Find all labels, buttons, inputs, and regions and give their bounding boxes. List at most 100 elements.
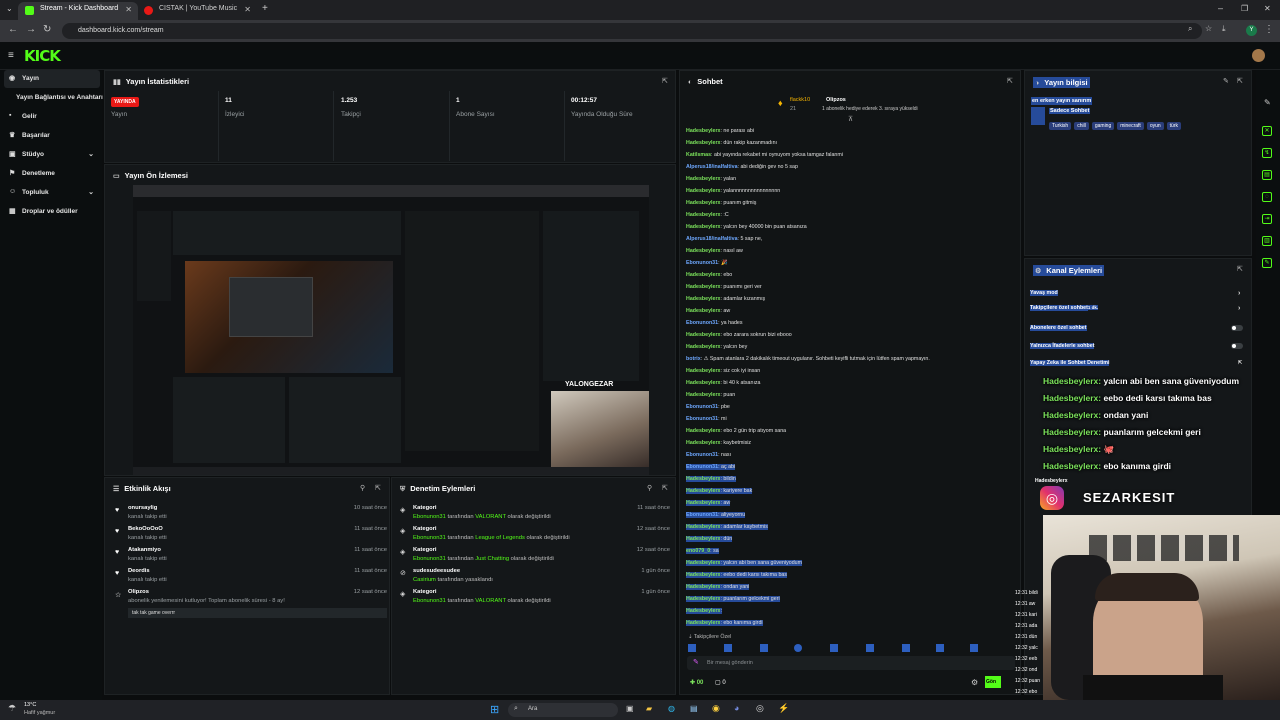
- kick-logo[interactable]: KICK: [24, 47, 61, 65]
- subscribers-only-action[interactable]: Abonelere özel sohbet: [1030, 325, 1244, 331]
- pinned-user-1[interactable]: flackk10: [790, 97, 810, 103]
- category-name[interactable]: Sadece Sohbet: [1049, 108, 1091, 114]
- activity-user[interactable]: Olipzos: [128, 589, 149, 595]
- chat-username[interactable]: Katilsmas: [686, 152, 711, 158]
- chat-username[interactable]: Hadesbeylerx: [686, 560, 721, 566]
- sidebar-item-revenue[interactable]: ▪ Gelir: [4, 108, 100, 126]
- chat-username[interactable]: Hadesbeylerx: [686, 536, 721, 542]
- chat-username[interactable]: Hadesbeylerx: [686, 128, 720, 134]
- chat-username[interactable]: Hadesbeylerx: [686, 500, 721, 506]
- app-icon[interactable]: ⚡: [778, 703, 789, 714]
- chrome-icon[interactable]: ◉: [712, 703, 720, 714]
- emote-icon[interactable]: [830, 644, 838, 652]
- edit-layout-icon[interactable]: ✎: [1264, 98, 1271, 107]
- chat-username[interactable]: Ebonunon31: [686, 320, 718, 326]
- tab-menu-icon[interactable]: ⌄: [6, 4, 13, 13]
- edge-icon[interactable]: ◍: [668, 704, 675, 713]
- obs-icon[interactable]: ◎: [756, 703, 764, 714]
- tool-shortcut-3-icon[interactable]: ▤: [1262, 170, 1272, 180]
- followers-only-action[interactable]: Takipçilere özel sohbet1 dk. ›: [1030, 305, 1244, 312]
- chat-username[interactable]: Ebonunon31: [686, 416, 718, 422]
- user-avatar[interactable]: [1252, 49, 1265, 62]
- chat-username[interactable]: Hadesbeylerx: [686, 200, 720, 206]
- tag[interactable]: türk: [1166, 122, 1181, 130]
- emotes-only-toggle[interactable]: [1231, 343, 1243, 349]
- sidebar-item-drops[interactable]: ▦ Droplar ve ödüller: [4, 203, 100, 221]
- emotes-only-action[interactable]: Yalnızca İfadelerle sohbet: [1030, 343, 1244, 349]
- slow-mode-action[interactable]: Yavaş mod ›: [1030, 290, 1244, 297]
- chat-username[interactable]: Hadesbeylerx: [686, 596, 721, 602]
- edit-icon[interactable]: ✎: [1223, 77, 1229, 85]
- chat-username[interactable]: Hadesbeylerx: [686, 476, 721, 482]
- chat-username[interactable]: botrix: [686, 356, 701, 362]
- pin-icon[interactable]: ⊼: [848, 115, 853, 123]
- activity-user[interactable]: Deordis: [128, 568, 150, 574]
- task-view-icon[interactable]: ▣: [626, 704, 634, 713]
- chat-username[interactable]: Hadesbeylerx: [686, 248, 720, 254]
- forward-icon[interactable]: →: [26, 24, 36, 35]
- browser-menu-icon[interactable]: ⋮: [1264, 24, 1274, 35]
- emote-icon[interactable]: [760, 644, 768, 652]
- activity-user[interactable]: BekoOoOoO: [128, 526, 163, 532]
- sidebar-item-studio[interactable]: ▣ Stüdyo ⌄: [4, 146, 100, 164]
- windows-start-icon[interactable]: ⊞: [490, 703, 499, 716]
- reload-icon[interactable]: ↻: [43, 24, 51, 35]
- chat-username[interactable]: Hadesbeylerx: [686, 332, 720, 338]
- bookmark-star-icon[interactable]: ☆: [1205, 24, 1212, 33]
- chat-username[interactable]: Hadesbeylerx: [686, 308, 720, 314]
- chat-username[interactable]: Hadesbeylerx: [686, 488, 721, 494]
- emote-icon[interactable]: [970, 644, 978, 652]
- minimize-icon[interactable]: –: [1218, 3, 1223, 13]
- sidebar-item-achievements[interactable]: ♛ Başarılar: [4, 127, 100, 145]
- url-input[interactable]: dashboard.kick.com/stream: [62, 23, 1202, 39]
- store-icon[interactable]: ▤: [690, 704, 698, 713]
- sidebar-item-community[interactable]: ☺ Topluluk ⌄: [4, 184, 100, 202]
- tag[interactable]: chill: [1074, 122, 1089, 130]
- popout-icon[interactable]: ⇱: [1237, 265, 1243, 273]
- filter-icon[interactable]: ⚲: [647, 484, 652, 492]
- chat-username[interactable]: Ebonunon31: [686, 404, 718, 410]
- tool-shortcut-6-icon[interactable]: ▥: [1262, 236, 1272, 246]
- chat-username[interactable]: Ebonunon31: [686, 464, 719, 470]
- tab-kick-dashboard[interactable]: Stream - Kick Dashboard ✕: [18, 2, 138, 20]
- chat-username[interactable]: Hadesbeylerx: [686, 392, 720, 398]
- chat-username[interactable]: Hadesbeylerx: [686, 584, 721, 590]
- chat-username[interactable]: Hadesbeylerx: [686, 344, 720, 350]
- taskbar-search[interactable]: ⌕ Ara: [508, 703, 618, 717]
- chat-username[interactable]: Hadesbeylerx: [686, 176, 720, 182]
- tool-shortcut-4-icon[interactable]: ◌: [1262, 192, 1272, 202]
- emote-icon[interactable]: [794, 644, 802, 652]
- zoom-icon[interactable]: ⌕: [1188, 24, 1192, 34]
- file-explorer-icon[interactable]: ▰: [646, 704, 652, 713]
- tool-shortcut-5-icon[interactable]: ⇥: [1262, 214, 1272, 224]
- sidebar-item-stream[interactable]: ◉ Yayın: [4, 70, 100, 88]
- tag[interactable]: minecraft: [1117, 122, 1144, 130]
- pinned-user-2[interactable]: Olipzos: [826, 97, 846, 103]
- chat-username[interactable]: Hadesbeylerx: [686, 572, 721, 578]
- send-button[interactable]: Gön: [985, 676, 1001, 688]
- hamburger-menu-icon[interactable]: ≡: [8, 50, 14, 61]
- activity-user[interactable]: onursaylig: [128, 505, 157, 511]
- chat-username[interactable]: Hadesbeylerx: [686, 620, 721, 626]
- chat-username[interactable]: Hadesbeylerx: [686, 140, 720, 146]
- gear-icon[interactable]: ⚙: [971, 678, 978, 687]
- profile-avatar[interactable]: Y: [1246, 25, 1257, 36]
- download-icon[interactable]: ⤓: [1222, 24, 1226, 34]
- activity-user[interactable]: Atakanmiyo: [128, 547, 161, 553]
- chat-username[interactable]: Hadesbeylerx: [686, 272, 720, 278]
- emote-icon[interactable]: [866, 644, 874, 652]
- popout-icon[interactable]: ⇱: [662, 77, 668, 85]
- chat-username[interactable]: Hadesbeylerx: [686, 428, 720, 434]
- chat-username[interactable]: eno079_0: [686, 548, 711, 554]
- chat-username[interactable]: Alperus18/inalfaltiva: [686, 164, 738, 170]
- close-tab-icon[interactable]: ✕: [125, 5, 132, 14]
- close-tab-icon[interactable]: ✕: [244, 5, 251, 14]
- emote-icon[interactable]: [936, 644, 944, 652]
- popout-icon[interactable]: ⇱: [375, 484, 381, 492]
- popout-icon[interactable]: ⇱: [662, 484, 668, 492]
- tag[interactable]: oyun: [1146, 122, 1164, 130]
- chat-username[interactable]: Alperus18/inalfaltiva: [686, 236, 738, 242]
- new-tab-icon[interactable]: +: [262, 3, 268, 14]
- chat-username[interactable]: Ebonunon31: [686, 452, 718, 458]
- preview-video[interactable]: YALONGEZAR: [133, 185, 649, 475]
